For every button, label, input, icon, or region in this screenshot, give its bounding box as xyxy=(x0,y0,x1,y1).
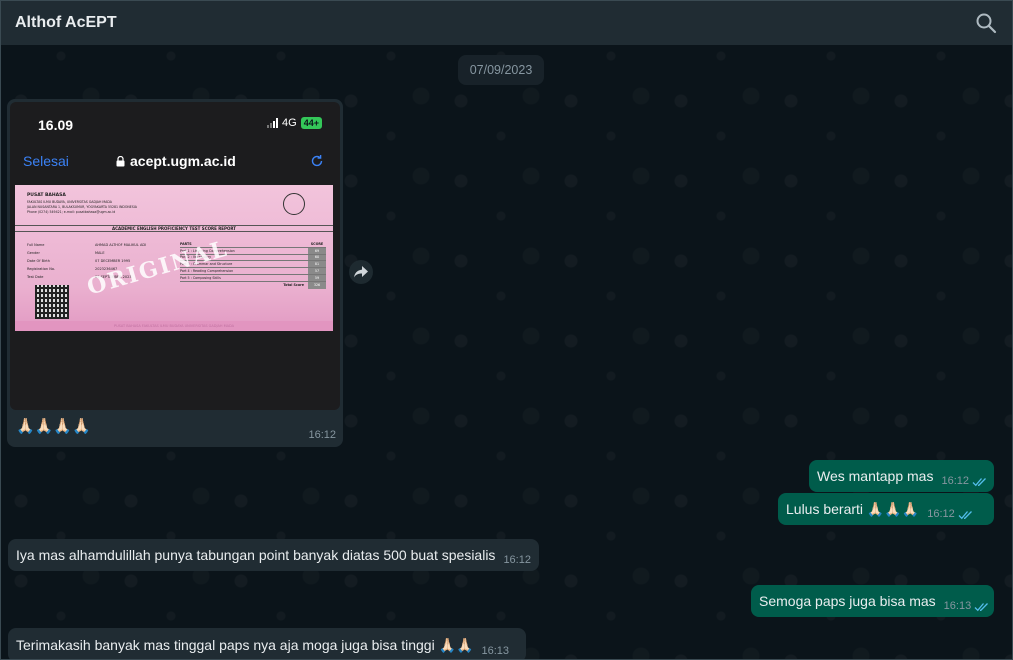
status-icons: 4G 44+ xyxy=(267,117,322,129)
message-meta: 16:12 xyxy=(927,508,974,525)
score-part: Part 5 : Composing Skills xyxy=(180,275,221,280)
score-row: Part 4 : Reading Comprehension 57 xyxy=(180,268,326,275)
score-row: Part 5 : Composing Skills 59 xyxy=(180,274,326,282)
message-bubble[interactable]: Wes mantapp mas 16:12 xyxy=(809,460,994,492)
url-label: acept.ugm.ac.id xyxy=(116,153,236,169)
score-value: 81 xyxy=(308,261,326,268)
double-tick-icon xyxy=(974,603,989,612)
score-value: 59 xyxy=(308,274,326,281)
image-message[interactable]: 16.09 4G 44+ Selesai acept.ugm.ac.id PUS… xyxy=(7,99,343,447)
battery-icon: 44+ xyxy=(300,117,322,129)
message-time: 16:12 xyxy=(308,429,336,441)
status-time: 16.09 xyxy=(38,117,74,133)
network-label: 4G xyxy=(282,117,297,129)
cert-field-value: AHMAD ALTHOF MALIKUL ADI xyxy=(95,243,147,247)
qr-code xyxy=(35,285,69,319)
message-meta: 16:12 xyxy=(941,475,988,492)
forward-icon xyxy=(354,266,368,278)
cert-field-label: Full Name xyxy=(27,243,45,247)
score-report: PUSAT BAHASA FAKULTAS ILMU BUDAYA, UNIVE… xyxy=(15,185,333,331)
message-text: Wes mantapp mas xyxy=(817,468,934,484)
message-bubble[interactable]: Semoga paps juga bisa mas 16:13 xyxy=(751,585,994,617)
image-caption: 🙏🏻🙏🏻🙏🏻🙏🏻 xyxy=(16,418,91,435)
total-value: 326 xyxy=(308,281,326,289)
cert-field-value: 07 DECEMBER 1995 xyxy=(95,259,131,263)
chat-window: Althof AcEPT 07/09/2023 16.09 4G 44+ Sel… xyxy=(0,0,1013,660)
message-meta: 16:12 xyxy=(503,554,531,571)
message-text: Terimakasih banyak mas tinggal paps nya … xyxy=(16,636,474,653)
chat-header[interactable]: Althof AcEPT xyxy=(1,1,1012,45)
message-bubble[interactable]: Iya mas alhamdulillah punya tabungan poi… xyxy=(8,539,539,571)
cert-footer: PUSAT BAHASA FAKULTAS ILMU BUDAYA UNIVER… xyxy=(15,321,333,331)
cert-org-line: JALAN NUSANTARA 1, BULAKSUMUR, YOGYAKART… xyxy=(27,205,137,209)
message-time: 16:13 xyxy=(943,600,972,612)
score-header: SCORE xyxy=(310,241,324,246)
cert-org: PUSAT BAHASA xyxy=(27,193,66,198)
done-button: Selesai xyxy=(23,153,69,169)
url-text: acept.ugm.ac.id xyxy=(130,153,236,169)
message-time: 16:13 xyxy=(481,645,509,657)
cert-org-line: Phone (0274) 549421; e-mail: pusatbahasa… xyxy=(27,210,116,214)
message-time: 16:12 xyxy=(927,508,955,520)
forward-button[interactable] xyxy=(349,260,373,284)
message-text: Semoga paps juga bisa mas xyxy=(759,593,936,609)
cert-field-value: MALE xyxy=(95,251,105,255)
message-bubble[interactable]: Terimakasih banyak mas tinggal paps nya … xyxy=(8,628,526,659)
double-tick-icon xyxy=(958,511,972,520)
message-time: 16:12 xyxy=(503,554,531,566)
score-total-row: Total Score 326 xyxy=(180,281,326,289)
message-time: 16:12 xyxy=(941,475,969,487)
score-value: 57 xyxy=(308,268,326,274)
message-meta: 16:13 xyxy=(481,645,509,659)
cert-field-label: Test Date xyxy=(27,275,44,279)
browser-bar: Selesai acept.ugm.ac.id xyxy=(10,146,340,176)
cert-field-label: Gender xyxy=(27,251,40,255)
screenshot-image[interactable]: 16.09 4G 44+ Selesai acept.ugm.ac.id PUS… xyxy=(10,102,340,410)
university-seal-icon xyxy=(283,193,305,215)
contact-name[interactable]: Althof AcEPT xyxy=(15,14,117,32)
message-bubble[interactable]: Lulus berarti 🙏🏻🙏🏻🙏🏻 16:12 xyxy=(778,493,994,525)
search-icon[interactable] xyxy=(974,11,998,35)
total-label: Total Score xyxy=(283,283,304,288)
message-meta: 16:13 xyxy=(944,600,991,617)
reload-icon xyxy=(311,155,323,167)
date-separator: 07/09/2023 xyxy=(458,55,544,85)
signal-icon xyxy=(267,118,279,128)
cert-field-label: Registration No. xyxy=(27,267,56,271)
message-text: Lulus berarti 🙏🏻🙏🏻🙏🏻 xyxy=(786,500,920,517)
message-text: Iya mas alhamdulillah punya tabungan poi… xyxy=(16,547,496,563)
score-value: 60 xyxy=(308,254,326,261)
report-title: ACADEMIC ENGLISH PROFICIENCY TEST SCORE … xyxy=(15,225,333,232)
score-value: 69 xyxy=(308,247,326,254)
double-tick-icon xyxy=(972,478,986,487)
cert-field-label: Date Of Birth xyxy=(27,259,50,263)
lock-icon xyxy=(116,155,125,166)
cert-org-line: FAKULTAS ILMU BUDAYA, UNIVERSITAS GADJAH… xyxy=(27,200,112,204)
